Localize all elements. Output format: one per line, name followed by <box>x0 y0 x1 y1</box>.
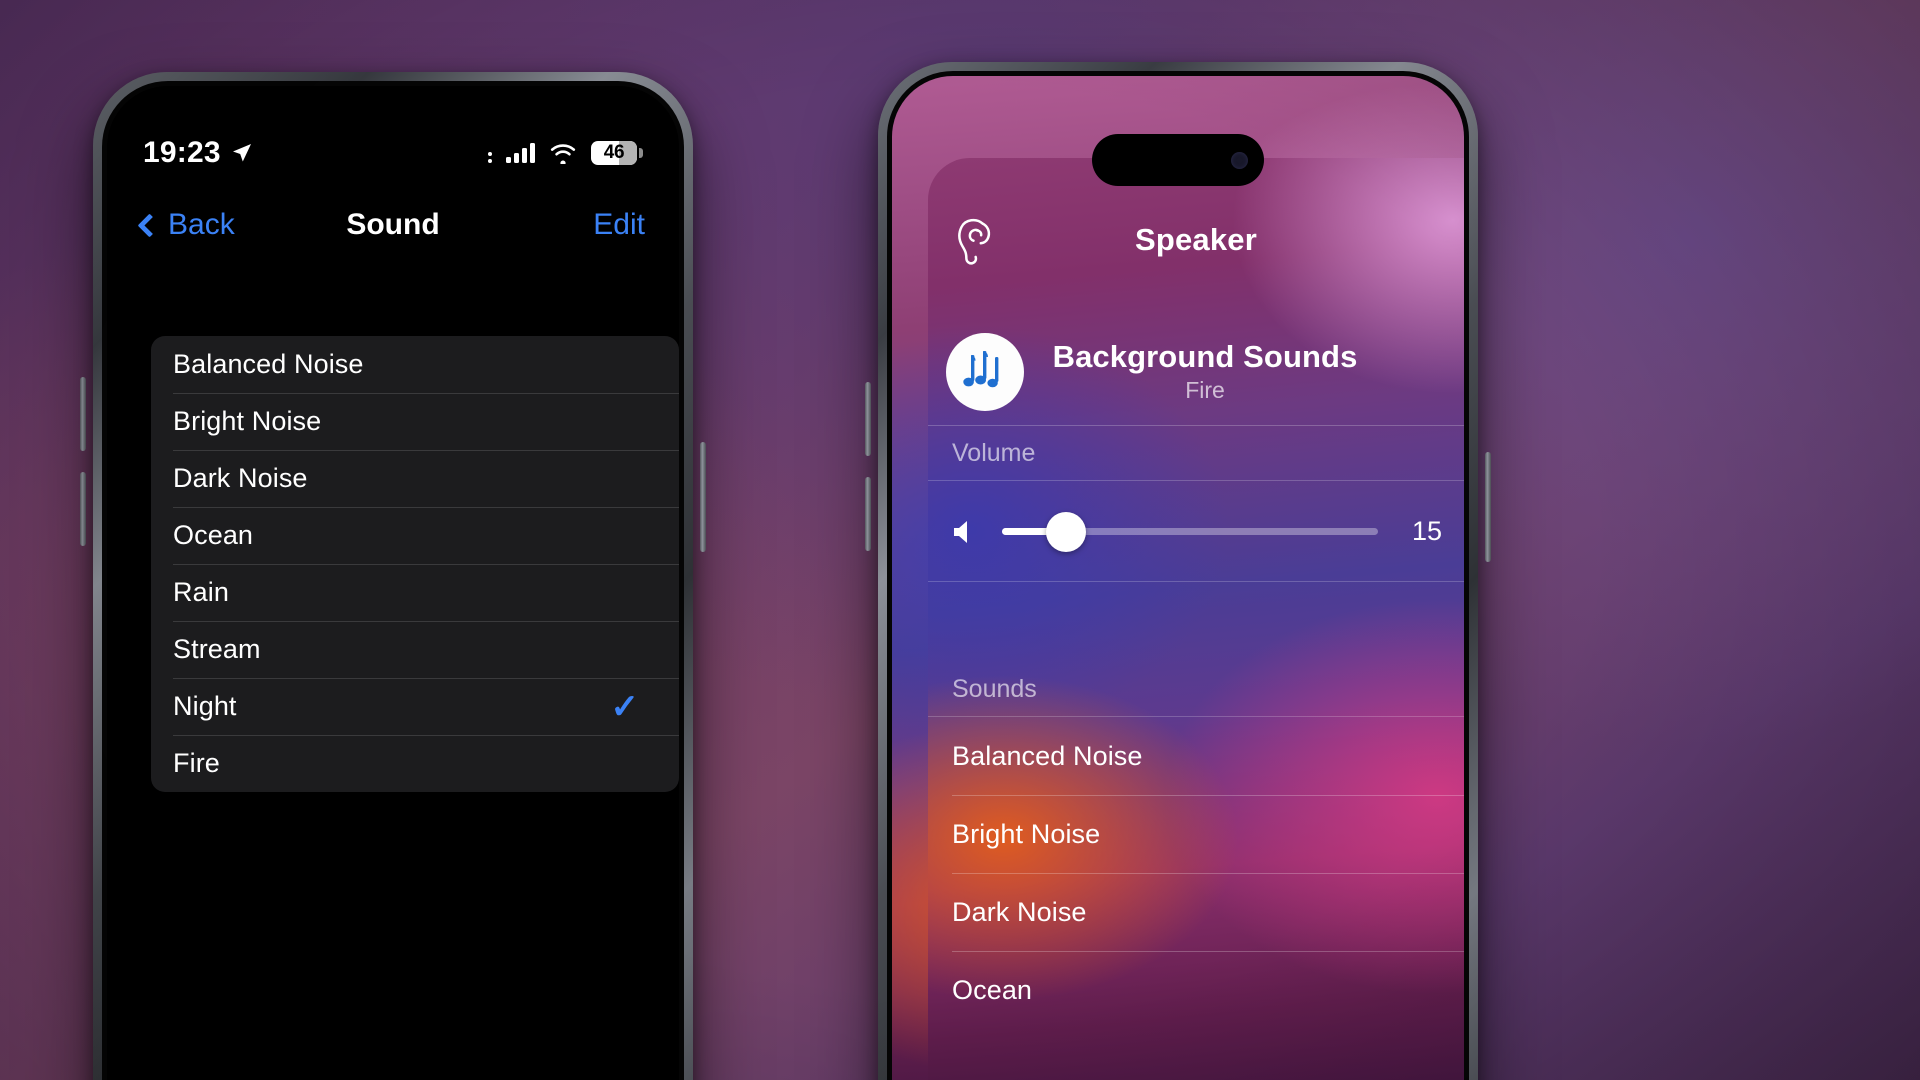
sound-list-item[interactable]: Stream <box>151 621 679 678</box>
sheet-header: Speaker <box>928 208 1464 272</box>
sound-option-list: Balanced Noise Bright Noise Dark Noise Ocea… <box>151 336 679 792</box>
sounds-list-item-label: Dark Noise <box>952 896 1087 927</box>
sound-list-item-label: Stream <box>173 634 261 664</box>
sounds-list-item-label: Balanced Noise <box>952 740 1143 771</box>
music-notes-icon <box>963 350 999 387</box>
sound-list-item[interactable]: Dark Noise <box>151 450 679 507</box>
background-sounds-subtitle: Fire <box>1185 377 1225 403</box>
battery-tip <box>639 148 643 158</box>
sounds-list-item-label: Ocean <box>952 974 1033 1005</box>
sounds-list-item[interactable]: Bright Noise <box>928 795 1464 873</box>
right-phone-bezel: Speaker Background Sounds Fire Volume 15… <box>887 71 1469 1080</box>
sounds-list-item[interactable]: Dark Noise <box>928 873 1464 951</box>
battery-percent-label: 46 <box>603 142 625 163</box>
accessibility-sheet: Speaker Background Sounds Fire Volume 15… <box>928 158 1464 1080</box>
right-phone-screen: Speaker Background Sounds Fire Volume 15… <box>892 76 1464 1080</box>
music-notes-icon-circle <box>946 332 1024 411</box>
left-phone-device: 19:23 46 Back Sound Edit Balanced Noise … <box>80 72 706 1080</box>
back-button[interactable]: Back <box>137 208 235 242</box>
navigation-bar: Back Sound Edit <box>107 186 679 264</box>
sound-list-item-label: Fire <box>173 748 220 778</box>
right-phone-volume-up-button[interactable] <box>865 382 871 456</box>
sound-list-item-label: Dark Noise <box>173 463 308 493</box>
sounds-section-header: Sounds <box>928 663 1464 717</box>
cellular-bars-icon <box>506 143 535 163</box>
status-bar-time: 19:23 <box>143 136 221 169</box>
sound-list-item[interactable]: Night ✓ <box>151 678 679 735</box>
front-camera-icon <box>1231 151 1248 169</box>
left-phone-volume-down-button[interactable] <box>80 472 86 546</box>
dynamic-island <box>1092 134 1264 186</box>
sound-list-item-label: Night <box>173 691 237 721</box>
volume-slider-thumb[interactable] <box>1045 511 1086 552</box>
background-sounds-row[interactable]: Background Sounds Fire <box>928 318 1464 426</box>
status-bar-time-group: 19:23 <box>143 136 254 170</box>
left-phone-notch <box>268 86 518 108</box>
speaker-low-icon <box>954 520 967 543</box>
right-phone-device: Speaker Background Sounds Fire Volume 15… <box>865 62 1491 1080</box>
cellular-dots-icon <box>488 143 492 163</box>
sound-list-item[interactable]: Fire <box>151 735 679 792</box>
sound-list-item[interactable]: Ocean <box>151 507 679 564</box>
ear-accessibility-icon <box>958 218 991 265</box>
volume-section-header: Volume <box>928 427 1464 481</box>
left-phone-volume-up-button[interactable] <box>80 377 86 451</box>
speaker-title: Speaker <box>1134 222 1258 257</box>
location-arrow-icon <box>232 144 251 162</box>
volume-slider-track[interactable] <box>1002 511 1378 552</box>
sounds-list-item[interactable]: Balanced Noise <box>928 717 1464 795</box>
sound-list-item[interactable]: Bright Noise <box>151 393 679 450</box>
screenshot-canvas: 19:23 46 Back Sound Edit Balanced Noise … <box>0 0 1920 1080</box>
sound-list-item[interactable]: Rain <box>151 564 679 621</box>
sound-list-item[interactable]: Balanced Noise <box>151 336 679 393</box>
left-phone-power-button[interactable] <box>700 442 706 552</box>
sounds-option-list: Balanced Noise Bright Noise Dark Noise Ocea… <box>928 717 1464 1080</box>
back-button-label: Back <box>168 208 235 241</box>
battery-body: 46 <box>591 141 637 165</box>
left-phone-bezel: 19:23 46 Back Sound Edit Balanced Noise … <box>102 81 684 1080</box>
sound-list-item-label: Rain <box>173 577 229 607</box>
volume-value-label: 15 <box>1411 516 1442 546</box>
sounds-list-item-label: Bright Noise <box>952 818 1101 849</box>
wifi-icon <box>550 144 576 164</box>
chevron-left-icon <box>137 212 162 238</box>
sound-list-item-label: Ocean <box>173 520 254 550</box>
right-phone-volume-down-button[interactable] <box>865 477 871 551</box>
battery-indicator: 46 <box>591 141 643 165</box>
left-phone-screen: 19:23 46 Back Sound Edit Balanced Noise … <box>107 86 679 1080</box>
checkmark-icon: ✓ <box>610 687 640 726</box>
right-phone-power-button[interactable] <box>1485 452 1491 562</box>
edit-button[interactable]: Edit <box>593 208 645 242</box>
volume-slider-row[interactable]: 15 <box>928 482 1464 582</box>
sound-list-item-label: Bright Noise <box>173 406 322 436</box>
sound-list-item-label: Balanced Noise <box>173 349 364 379</box>
sounds-list-item[interactable]: Ocean <box>928 951 1464 1029</box>
status-bar-indicators: 46 <box>488 141 643 165</box>
